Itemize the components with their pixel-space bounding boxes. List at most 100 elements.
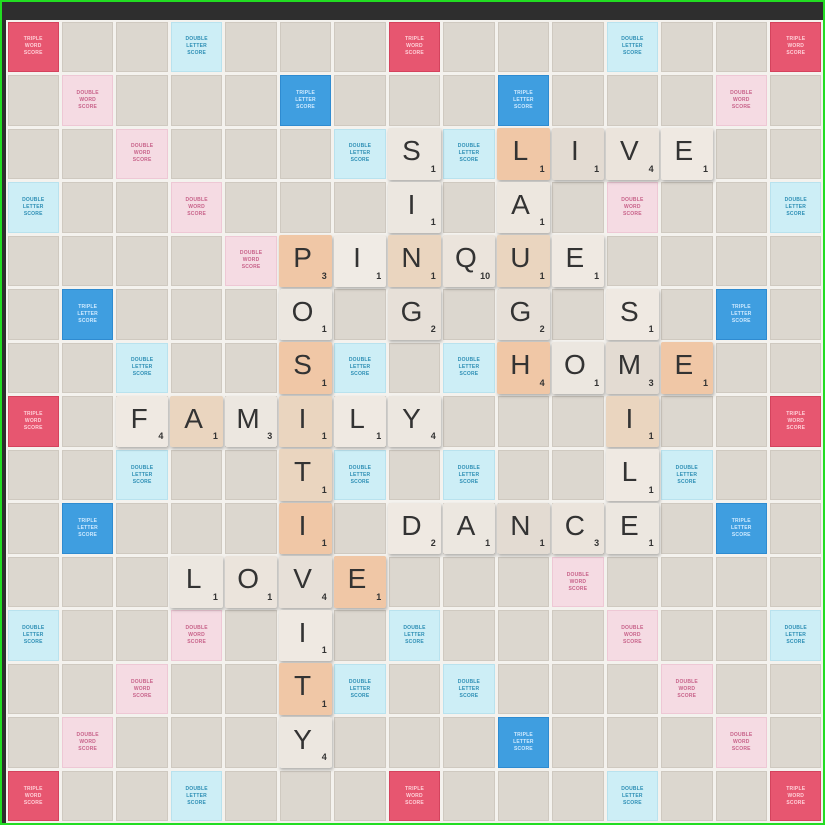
letter-tile[interactable]: P3 <box>279 235 332 287</box>
tile-points: 2 <box>430 538 436 549</box>
board-square <box>61 770 114 822</box>
tile-points: 1 <box>703 377 709 388</box>
letter-tile[interactable]: L1 <box>170 556 223 608</box>
double-letter-square: DOUBLELETTERSCORE <box>334 449 386 501</box>
letter-tile[interactable]: I1 <box>333 235 387 287</box>
letter-tile[interactable]: I1 <box>279 609 332 662</box>
premium-label-line: LETTER <box>131 471 153 478</box>
letter-tile[interactable]: L1 <box>333 395 387 448</box>
premium-label-line: SCORE <box>350 478 370 485</box>
letter-tile[interactable]: I1 <box>551 128 605 180</box>
letter-tile[interactable]: E1 <box>660 342 714 394</box>
premium-label-line: SCORE <box>786 424 806 431</box>
tile-letter: C <box>564 509 585 541</box>
premium-label-line: DOUBLE <box>403 625 426 632</box>
tile-letter: M <box>236 402 260 434</box>
letter-tile[interactable]: E1 <box>606 502 659 555</box>
board-square <box>552 449 604 501</box>
board-square <box>170 342 223 394</box>
board-square <box>770 663 822 715</box>
letter-tile[interactable]: F4 <box>115 395 169 448</box>
premium-label-line: DOUBLE <box>130 678 154 685</box>
premium-label-line: LETTER <box>785 203 807 210</box>
premium-label-line: SCORE <box>23 799 43 806</box>
premium-label-line: SCORE <box>405 799 424 806</box>
tile-letter: N <box>510 509 531 541</box>
board-square <box>661 610 713 661</box>
letter-tile[interactable]: U1 <box>497 235 550 287</box>
letter-tile[interactable]: Y4 <box>388 395 441 448</box>
tile-letter: E <box>565 242 585 274</box>
letter-tile[interactable]: L1 <box>606 449 659 501</box>
letter-tile[interactable]: T1 <box>279 449 332 501</box>
premium-label-line: DOUBLE <box>621 625 644 632</box>
premium-label-line: DOUBLE <box>784 196 807 203</box>
letter-tile[interactable]: V4 <box>279 556 332 608</box>
letter-tile[interactable]: H4 <box>497 342 550 394</box>
letter-tile[interactable]: A1 <box>497 181 550 234</box>
tile-points: 1 <box>376 591 382 602</box>
tile-points: 1 <box>594 163 600 174</box>
premium-label-line: SCORE <box>132 478 152 485</box>
premium-label-line: LETTER <box>513 96 534 103</box>
letter-tile[interactable]: E1 <box>660 128 714 180</box>
tile-letter: Y <box>293 723 312 755</box>
letter-tile[interactable]: O1 <box>279 288 332 341</box>
letter-tile[interactable]: L1 <box>497 128 550 180</box>
letter-tile[interactable]: C3 <box>551 502 605 555</box>
tile-points: 2 <box>430 324 436 335</box>
letter-tile[interactable]: Q 10 <box>442 235 496 287</box>
premium-label-line: DOUBLE <box>22 196 45 203</box>
tile-points: 1 <box>267 591 273 602</box>
letter-tile[interactable]: I1 <box>279 395 332 448</box>
premium-label-line: SCORE <box>132 692 152 699</box>
board-square <box>170 128 223 180</box>
premium-label-line: WORD <box>242 257 260 264</box>
premium-label-line: DOUBLE <box>621 36 644 43</box>
tile-letter: I <box>298 402 307 434</box>
tile-points: 1 <box>321 538 327 549</box>
letter-tile[interactable]: S1 <box>606 288 659 341</box>
letter-tile[interactable]: S1 <box>279 342 332 394</box>
letter-tile[interactable]: E1 <box>551 235 605 287</box>
letter-tile[interactable]: G2 <box>388 288 441 341</box>
letter-tile[interactable]: M3 <box>224 395 278 448</box>
board-square <box>443 396 495 447</box>
letter-tile[interactable]: S1 <box>388 128 441 180</box>
board-square <box>552 610 604 661</box>
letter-tile[interactable]: O1 <box>551 342 605 394</box>
letter-tile[interactable]: I1 <box>606 395 659 448</box>
letter-tile[interactable]: G2 <box>497 288 550 341</box>
triple-letter-square: TRIPLELETTERSCORE <box>497 75 550 126</box>
board-square <box>443 289 495 340</box>
premium-label-line: WORD <box>787 43 805 50</box>
premium-label-line: SCORE <box>78 746 98 753</box>
board-square <box>61 396 114 447</box>
letter-tile[interactable]: M3 <box>606 342 659 394</box>
tile-points: 1 <box>648 484 654 495</box>
premium-label-line: LETTER <box>676 471 698 478</box>
letter-tile[interactable]: I1 <box>279 502 332 555</box>
letter-tile[interactable]: D2 <box>388 502 441 555</box>
letter-tile[interactable]: V4 <box>606 128 659 180</box>
letter-tile[interactable]: A1 <box>442 502 496 555</box>
letter-tile[interactable]: N1 <box>388 235 441 287</box>
letter-tile[interactable]: T1 <box>279 663 332 715</box>
letter-tile[interactable]: N1 <box>497 502 550 555</box>
board-square <box>552 663 604 715</box>
double-word-square: DOUBLEWORDSCORE <box>606 610 659 661</box>
letter-tile[interactable]: I1 <box>388 181 441 234</box>
premium-label-line: WORD <box>24 43 42 50</box>
board-square <box>116 717 168 768</box>
letter-tile[interactable]: O1 <box>224 556 278 608</box>
letter-tile[interactable]: E1 <box>333 556 387 608</box>
double-word-square: DOUBLEWORDSCORE <box>116 128 168 180</box>
letter-tile[interactable]: Y4 <box>279 716 332 769</box>
board-square <box>225 449 277 501</box>
letter-tile[interactable]: A1 <box>170 395 223 448</box>
tile-points: 1 <box>703 163 709 174</box>
premium-label-line: DOUBLE <box>457 678 481 685</box>
board-square <box>661 289 713 340</box>
tile-points: 3 <box>321 270 327 281</box>
double-letter-square: DOUBLELETTERSCORE <box>7 182 59 233</box>
